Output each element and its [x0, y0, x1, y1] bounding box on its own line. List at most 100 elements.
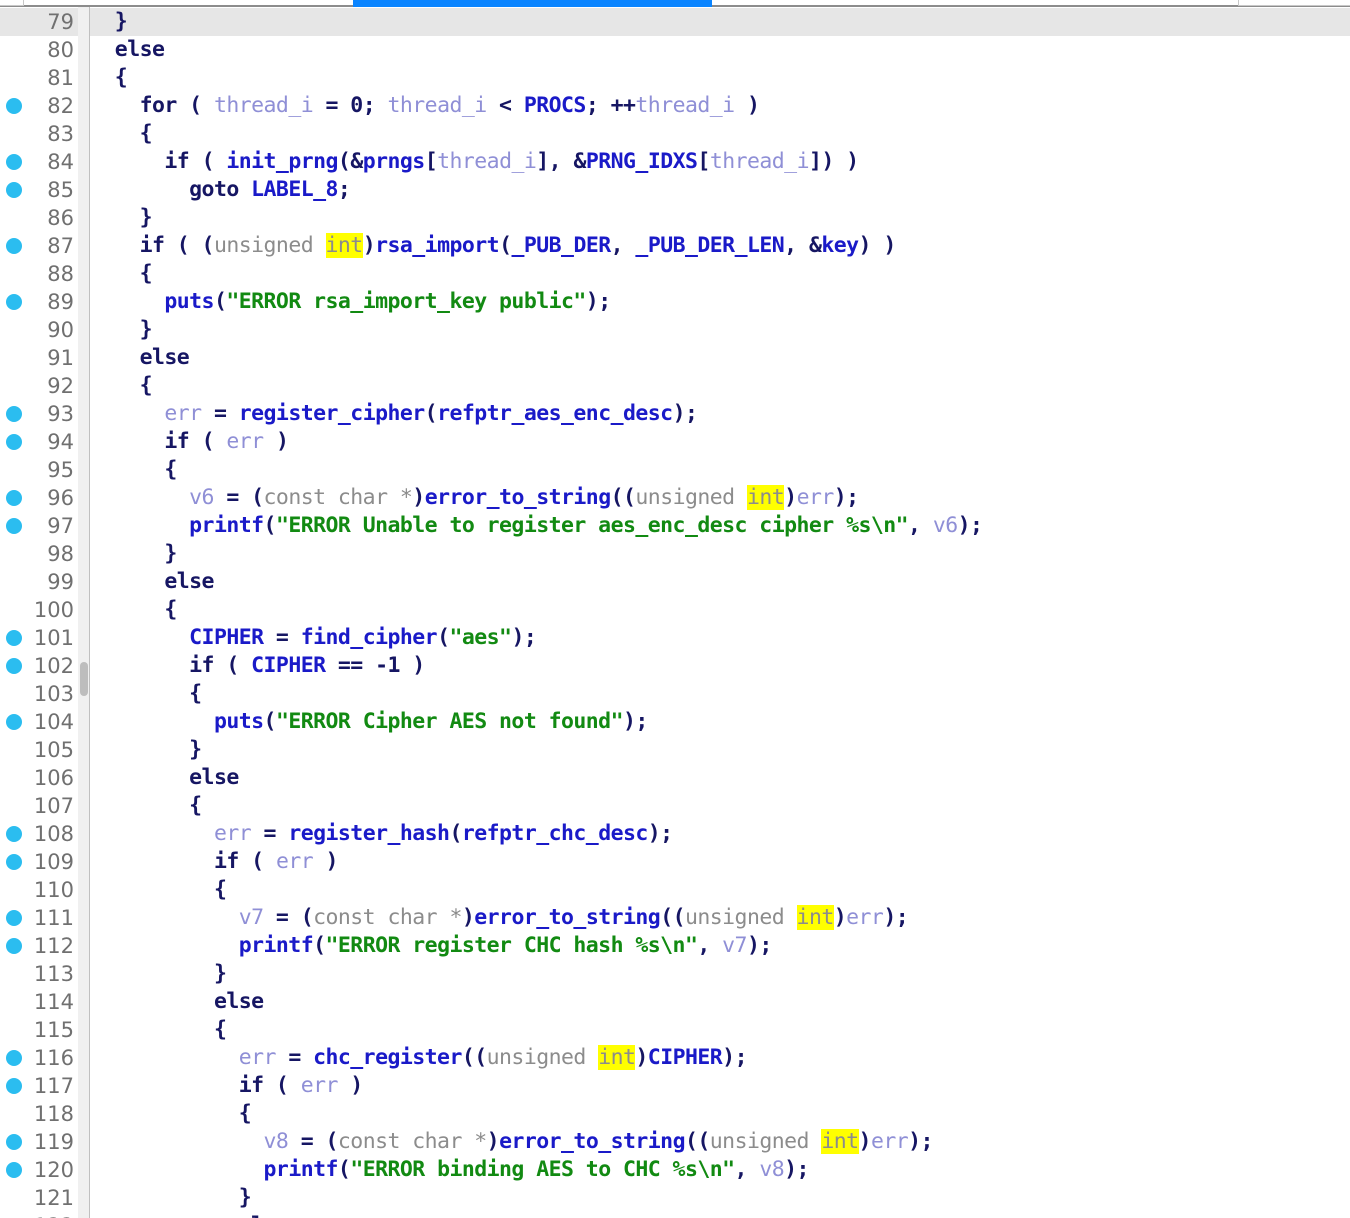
code-line[interactable]: if ( err ) [90, 428, 1350, 456]
code-line[interactable]: { [90, 120, 1350, 148]
code-line[interactable]: } [90, 540, 1350, 568]
gutter-marker-row[interactable] [0, 344, 30, 372]
gutter-marker-row[interactable] [0, 232, 30, 260]
gutter-marker-row[interactable] [0, 624, 30, 652]
gutter-marker-row[interactable] [0, 148, 30, 176]
gutter-marker-row[interactable] [0, 736, 30, 764]
breakpoint-dot-icon[interactable] [6, 98, 22, 114]
breakpoint-gutter[interactable] [0, 7, 30, 1218]
code-line[interactable]: { [90, 260, 1350, 288]
code-line[interactable]: { [90, 680, 1350, 708]
gutter-marker-row[interactable] [0, 8, 30, 36]
gutter-marker-row[interactable] [0, 652, 30, 680]
code-line[interactable]: { [90, 596, 1350, 624]
breakpoint-dot-icon[interactable] [6, 714, 22, 730]
code-line[interactable]: { [90, 876, 1350, 904]
gutter-marker-row[interactable] [0, 428, 30, 456]
gutter-marker-row[interactable] [0, 372, 30, 400]
breakpoint-dot-icon[interactable] [6, 490, 22, 506]
gutter-marker-row[interactable] [0, 484, 30, 512]
breakpoint-dot-icon[interactable] [6, 406, 22, 422]
code-editor[interactable]: 7980818283848586878889909192939495969798… [0, 7, 1350, 1218]
code-line[interactable]: if ( err ) [90, 848, 1350, 876]
code-line[interactable]: for ( thread_i = 0; thread_i < PROCS; ++… [90, 92, 1350, 120]
code-line[interactable]: else [90, 36, 1350, 64]
code-line[interactable]: else [90, 988, 1350, 1016]
gutter-marker-row[interactable] [0, 1072, 30, 1100]
vertical-scrollbar-thumb[interactable] [80, 662, 88, 696]
breakpoint-dot-icon[interactable] [6, 182, 22, 198]
breakpoint-dot-icon[interactable] [6, 518, 22, 534]
code-line[interactable]: else [90, 1212, 1350, 1218]
breakpoint-dot-icon[interactable] [6, 910, 22, 926]
code-line[interactable]: if ( (unsigned int)rsa_import(_PUB_DER, … [90, 232, 1350, 260]
code-line[interactable]: { [90, 1100, 1350, 1128]
gutter-marker-row[interactable] [0, 400, 30, 428]
code-line[interactable]: } [90, 1184, 1350, 1212]
gutter-marker-row[interactable] [0, 1128, 30, 1156]
code-line[interactable]: printf("ERROR Unable to register aes_enc… [90, 512, 1350, 540]
gutter-marker-row[interactable] [0, 316, 30, 344]
code-line[interactable]: } [90, 8, 1350, 36]
gutter-marker-row[interactable] [0, 1044, 30, 1072]
code-line[interactable]: if ( err ) [90, 1072, 1350, 1100]
breakpoint-dot-icon[interactable] [6, 1078, 22, 1094]
gutter-marker-row[interactable] [0, 932, 30, 960]
code-line[interactable]: } [90, 204, 1350, 232]
vertical-scrollbar[interactable] [78, 7, 90, 1218]
code-line[interactable]: } [90, 960, 1350, 988]
gutter-marker-row[interactable] [0, 708, 30, 736]
gutter-marker-row[interactable] [0, 36, 30, 64]
code-line[interactable]: if ( init_prng(&prngs[thread_i], &PRNG_I… [90, 148, 1350, 176]
breakpoint-dot-icon[interactable] [6, 238, 22, 254]
gutter-marker-row[interactable] [0, 260, 30, 288]
gutter-marker-row[interactable] [0, 512, 30, 540]
gutter-marker-row[interactable] [0, 596, 30, 624]
code-line[interactable]: printf("ERROR binding AES to CHC %s\n", … [90, 1156, 1350, 1184]
gutter-marker-row[interactable] [0, 64, 30, 92]
code-line[interactable]: { [90, 792, 1350, 820]
gutter-marker-row[interactable] [0, 568, 30, 596]
gutter-marker-row[interactable] [0, 1016, 30, 1044]
code-line[interactable]: puts("ERROR Cipher AES not found"); [90, 708, 1350, 736]
code-line[interactable]: v8 = (const char *)error_to_string((unsi… [90, 1128, 1350, 1156]
breakpoint-dot-icon[interactable] [6, 826, 22, 842]
breakpoint-dot-icon[interactable] [6, 294, 22, 310]
code-line[interactable]: goto LABEL_8; [90, 176, 1350, 204]
gutter-marker-row[interactable] [0, 988, 30, 1016]
breakpoint-dot-icon[interactable] [6, 1162, 22, 1178]
code-text-area[interactable]: } else { for ( thread_i = 0; thread_i < … [90, 7, 1350, 1218]
gutter-marker-row[interactable] [0, 540, 30, 568]
gutter-marker-row[interactable] [0, 1212, 30, 1218]
breakpoint-dot-icon[interactable] [6, 938, 22, 954]
breakpoint-dot-icon[interactable] [6, 154, 22, 170]
active-tab-accent-bar[interactable] [353, 0, 712, 7]
gutter-marker-row[interactable] [0, 792, 30, 820]
code-line[interactable]: CIPHER = find_cipher("aes"); [90, 624, 1350, 652]
gutter-marker-row[interactable] [0, 456, 30, 484]
gutter-marker-row[interactable] [0, 204, 30, 232]
gutter-marker-row[interactable] [0, 764, 30, 792]
breakpoint-dot-icon[interactable] [6, 1134, 22, 1150]
gutter-marker-row[interactable] [0, 876, 30, 904]
gutter-marker-row[interactable] [0, 680, 30, 708]
breakpoint-dot-icon[interactable] [6, 658, 22, 674]
gutter-marker-row[interactable] [0, 1100, 30, 1128]
gutter-marker-row[interactable] [0, 960, 30, 988]
code-line[interactable]: else [90, 568, 1350, 596]
gutter-marker-row[interactable] [0, 1184, 30, 1212]
code-line[interactable]: puts("ERROR rsa_import_key public"); [90, 288, 1350, 316]
breakpoint-dot-icon[interactable] [6, 854, 22, 870]
breakpoint-dot-icon[interactable] [6, 434, 22, 450]
gutter-marker-row[interactable] [0, 848, 30, 876]
code-line[interactable]: { [90, 456, 1350, 484]
code-line[interactable]: v7 = (const char *)error_to_string((unsi… [90, 904, 1350, 932]
code-line[interactable]: printf("ERROR register CHC hash %s\n", v… [90, 932, 1350, 960]
breakpoint-dot-icon[interactable] [6, 1050, 22, 1066]
gutter-marker-row[interactable] [0, 904, 30, 932]
gutter-marker-row[interactable] [0, 92, 30, 120]
gutter-marker-row[interactable] [0, 820, 30, 848]
code-line[interactable]: } [90, 736, 1350, 764]
breakpoint-dot-icon[interactable] [6, 630, 22, 646]
code-line[interactable]: { [90, 372, 1350, 400]
